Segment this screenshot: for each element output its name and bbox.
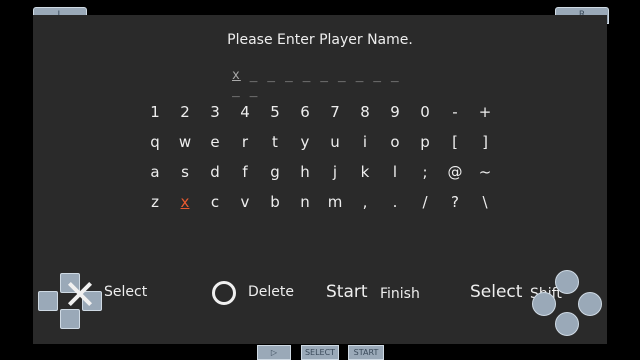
key[interactable]: 2 [170, 103, 200, 121]
key[interactable]: f [230, 163, 260, 181]
key[interactable]: s [170, 163, 200, 181]
key[interactable]: p [410, 133, 440, 151]
select-hint-label: Select [104, 284, 148, 300]
key[interactable]: u [320, 133, 350, 151]
select-button[interactable]: SELECT [301, 345, 339, 360]
key[interactable]: d [200, 163, 230, 181]
controls-bar: Select Delete Start Finish Select Shift [0, 270, 640, 336]
key[interactable]: o [380, 133, 410, 151]
key[interactable]: v [230, 193, 260, 211]
key[interactable]: w [170, 133, 200, 151]
key[interactable]: 9 [380, 103, 410, 121]
key[interactable]: @ [440, 163, 470, 181]
key[interactable]: 4 [230, 103, 260, 121]
key[interactable]: x [170, 193, 200, 211]
start-icon-label: Start [326, 282, 368, 302]
key[interactable]: 1 [140, 103, 170, 121]
circle-icon [212, 281, 236, 305]
key[interactable]: t [260, 133, 290, 151]
cross-icon [67, 281, 93, 307]
key[interactable]: b [260, 193, 290, 211]
key[interactable]: 0 [410, 103, 440, 121]
triangle-button[interactable] [555, 270, 579, 294]
dpad-left-button[interactable] [38, 291, 58, 311]
key[interactable]: m [320, 193, 350, 211]
key[interactable]: ? [440, 193, 470, 211]
system-bar: ▷ SELECT START [0, 344, 640, 360]
key[interactable]: c [200, 193, 230, 211]
key[interactable]: y [290, 133, 320, 151]
key[interactable]: 7 [320, 103, 350, 121]
key[interactable]: ; [410, 163, 440, 181]
key[interactable]: q [140, 133, 170, 151]
play-button[interactable]: ▷ [257, 345, 291, 360]
key[interactable]: 5 [260, 103, 290, 121]
key[interactable]: n [290, 193, 320, 211]
key[interactable]: , [350, 193, 380, 211]
key[interactable]: j [320, 163, 350, 181]
start-button[interactable]: START [348, 345, 384, 360]
key[interactable]: / [410, 193, 440, 211]
key[interactable]: z [140, 193, 170, 211]
page-title: Please Enter Player Name. [227, 32, 413, 48]
key[interactable]: + [470, 103, 500, 121]
finish-hint-label: Finish [380, 286, 420, 302]
key[interactable]: . [380, 193, 410, 211]
key[interactable]: k [350, 163, 380, 181]
key[interactable]: l [380, 163, 410, 181]
key[interactable]: 8 [350, 103, 380, 121]
key[interactable]: g [260, 163, 290, 181]
key[interactable]: h [290, 163, 320, 181]
name-blanks: _ _ _ _ _ _ _ _ _ _ _ [232, 68, 400, 98]
key[interactable]: a [140, 163, 170, 181]
key[interactable]: \ [470, 193, 500, 211]
key[interactable]: i [350, 133, 380, 151]
player-name-field: x _ _ _ _ _ _ _ _ _ _ _ [232, 68, 412, 98]
key[interactable]: ~ [470, 163, 500, 181]
key[interactable]: [ [440, 133, 470, 151]
delete-hint-label: Delete [248, 284, 294, 300]
key[interactable]: - [440, 103, 470, 121]
key[interactable]: 3 [200, 103, 230, 121]
circle-button[interactable] [578, 292, 602, 316]
key[interactable]: ] [470, 133, 500, 151]
dpad-down-button[interactable] [60, 309, 80, 329]
square-button[interactable] [532, 292, 556, 316]
key[interactable]: e [200, 133, 230, 151]
select-icon-label: Select [470, 282, 523, 302]
key[interactable]: r [230, 133, 260, 151]
cross-button[interactable] [555, 312, 579, 336]
name-typed-text: x [232, 68, 241, 83]
key[interactable]: 6 [290, 103, 320, 121]
face-buttons [528, 270, 606, 336]
